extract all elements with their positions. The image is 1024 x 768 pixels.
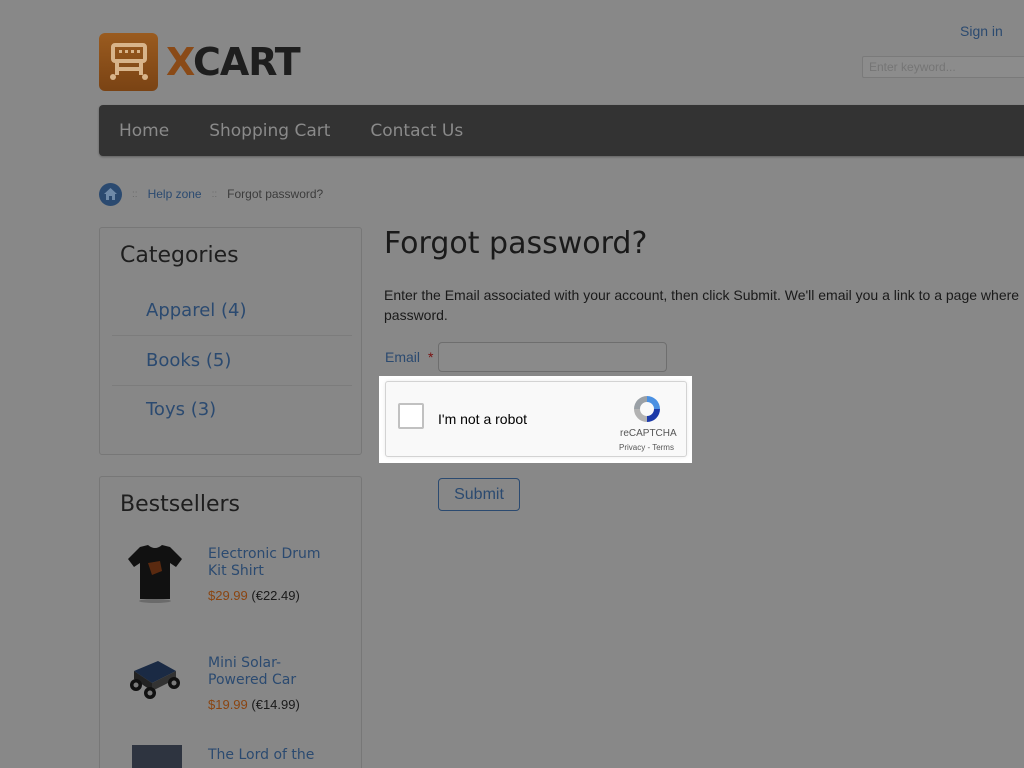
category-toys[interactable]: Toys (3) [146, 399, 216, 420]
divider [112, 335, 352, 336]
tshirt-product-image[interactable] [124, 543, 186, 605]
breadcrumb: :: Help zone :: Forgot password? [99, 182, 323, 206]
breadcrumb-separator: :: [132, 188, 138, 200]
price-eur: (€22.49) [251, 588, 300, 603]
breadcrumb-current: Forgot password? [227, 187, 324, 201]
sign-in-link[interactable]: Sign in [960, 23, 1003, 39]
nav-item-home[interactable]: Home [119, 121, 169, 141]
price-usd: $29.99 [208, 588, 248, 603]
home-icon[interactable] [99, 182, 122, 206]
search-input[interactable] [862, 56, 1024, 78]
product-price: $29.99 (€22.49) [208, 588, 300, 603]
logo-x: X [166, 40, 194, 84]
recaptcha-links[interactable]: Privacy - Terms [619, 443, 674, 452]
product-name-link[interactable]: The Lord of the [208, 747, 338, 764]
recaptcha-widget: I'm not a robot reCAPTCHA Privacy - Term… [385, 381, 687, 457]
recaptcha-brand: reCAPTCHA [620, 428, 677, 439]
logo-text: XCART [166, 40, 301, 84]
site-logo[interactable]: XCART [99, 33, 301, 91]
price-eur: (€14.99) [251, 697, 300, 712]
solar-car-product-image[interactable] [124, 649, 186, 711]
product-name-link[interactable]: Electronic Drum Kit Shirt [208, 546, 338, 580]
breadcrumb-separator: :: [211, 188, 218, 200]
email-field[interactable] [438, 342, 667, 372]
submit-button[interactable]: Submit [438, 478, 520, 511]
nav-item-shopping-cart[interactable]: Shopping Cart [209, 121, 330, 141]
email-label: Email [385, 349, 421, 365]
recaptcha-logo-icon [630, 392, 664, 426]
breadcrumb-help-zone[interactable]: Help zone [148, 187, 202, 201]
book-product-image[interactable] [132, 745, 182, 768]
categories-box: Categories Apparel (4) Books (5) Toys (3… [99, 227, 362, 455]
nav-item-contact-us[interactable]: Contact Us [370, 121, 463, 141]
recaptcha-label: I'm not a robot [438, 411, 528, 427]
bestsellers-title: Bestsellers [120, 492, 240, 517]
recaptcha-checkbox[interactable] [398, 403, 424, 429]
product-price: $19.99 (€14.99) [208, 697, 300, 712]
product-name-link[interactable]: Mini Solar-Powered Car [208, 655, 338, 689]
categories-title: Categories [120, 243, 239, 268]
category-books[interactable]: Books (5) [146, 350, 231, 371]
page-title: Forgot password? [384, 226, 648, 261]
cart-logo-icon [99, 33, 158, 91]
divider [112, 385, 352, 386]
bestsellers-box: Bestsellers Electronic Drum Kit Shirt $2… [99, 476, 362, 768]
price-usd: $19.99 [208, 697, 248, 712]
required-mark: * [428, 349, 434, 365]
page-description: Enter the Email associated with your acc… [384, 287, 1020, 323]
category-apparel[interactable]: Apparel (4) [146, 300, 247, 321]
main-nav: Home Shopping Cart Contact Us [99, 105, 1024, 156]
